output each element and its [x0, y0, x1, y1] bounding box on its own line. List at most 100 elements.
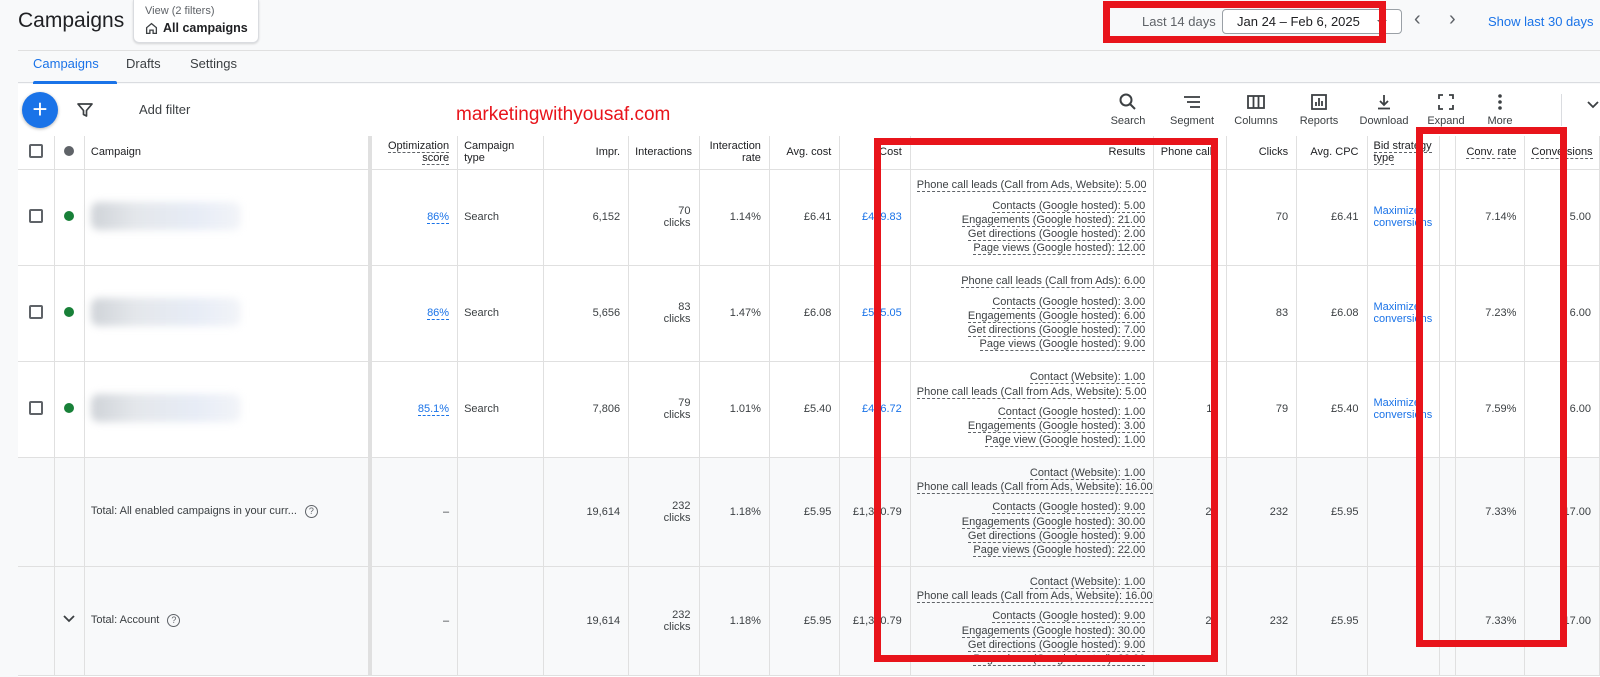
- bid-strategy-link[interactable]: Maximize conversions: [1374, 205, 1433, 229]
- column-header-bid-strategy-type[interactable]: Bid strategy type: [1367, 136, 1440, 170]
- result-text[interactable]: Page views (Google hosted): 22.00: [973, 543, 1146, 557]
- campaign-name-cell[interactable]: [84, 361, 373, 458]
- column-header-phone-calls[interactable]: Phone calls: [1153, 136, 1227, 170]
- enabled-status-icon[interactable]: [64, 210, 75, 221]
- tab-drafts[interactable]: Drafts: [126, 56, 161, 71]
- enabled-status-icon[interactable]: [64, 306, 75, 317]
- result-text[interactable]: Contacts (Google hosted): 9.00: [992, 501, 1146, 515]
- cost-link[interactable]: £426.72: [862, 403, 902, 415]
- result-text[interactable]: Page views (Google hosted): 9.00: [979, 338, 1146, 352]
- more-vert-icon: [1498, 94, 1502, 110]
- campaign-name-cell[interactable]: [84, 169, 373, 266]
- create-button[interactable]: +: [22, 92, 58, 128]
- result-text[interactable]: Engagements (Google hosted): 6.00: [967, 309, 1146, 323]
- interactions-value: 232: [672, 499, 691, 512]
- show-last-30-days-link[interactable]: Show last 30 days: [1488, 14, 1594, 29]
- select-all-checkbox[interactable]: [28, 143, 43, 158]
- help-icon[interactable]: ?: [167, 614, 181, 627]
- row-select-cell[interactable]: [18, 265, 55, 362]
- column-header-avg-cost[interactable]: Avg. cost: [769, 136, 841, 170]
- opt-score-link[interactable]: 86%: [427, 307, 450, 320]
- columns-button[interactable]: Columns: [1226, 92, 1286, 127]
- result-text[interactable]: Engagements (Google hosted): 3.00: [967, 420, 1146, 434]
- column-header-conv-rate[interactable]: Conv. rate: [1455, 136, 1526, 170]
- table-row[interactable]: 86% Search 6,152 70 clicks 1.14% £6.41 £4…: [18, 169, 1600, 266]
- result-text[interactable]: Phone call leads (Call from Ads, Website…: [916, 590, 1153, 604]
- result-text[interactable]: Engagements (Google hosted): 30.00: [961, 515, 1146, 529]
- opt-score-link[interactable]: 85.1%: [417, 403, 450, 416]
- chevron-down-icon[interactable]: [62, 612, 76, 626]
- table-row[interactable]: 86% Search 5,656 83 clicks 1.47% £6.08 £5…: [18, 265, 1600, 362]
- result-text[interactable]: Phone call leads (Call from Ads, Website…: [916, 481, 1153, 495]
- column-header-interactions[interactable]: Interactions: [628, 136, 700, 170]
- row-status-cell: [54, 265, 85, 362]
- download-button[interactable]: Download: [1354, 92, 1414, 127]
- result-text[interactable]: Phone call leads (Call from Ads, Website…: [916, 385, 1147, 399]
- campaign-name-blurred[interactable]: [90, 201, 241, 230]
- next-period-icon[interactable]: ›: [1449, 8, 1456, 31]
- result-text[interactable]: Engagements (Google hosted): 21.00: [961, 213, 1146, 227]
- interaction-rate-cell: 1.18%: [699, 566, 770, 676]
- column-header-avg-cpc[interactable]: Avg. CPC: [1296, 136, 1368, 170]
- column-header-clicks[interactable]: Clicks: [1226, 136, 1298, 170]
- chevron-down-icon[interactable]: [1586, 98, 1600, 112]
- campaign-name-blurred[interactable]: [90, 393, 241, 422]
- previous-period-icon[interactable]: ‹: [1414, 8, 1421, 31]
- column-header-results[interactable]: Results: [910, 136, 1155, 170]
- column-header-interaction-rate[interactable]: Interaction rate: [699, 136, 770, 170]
- tab-campaigns[interactable]: Campaigns: [33, 56, 99, 71]
- date-range-picker[interactable]: Jan 24 – Feb 6, 2025: [1222, 9, 1402, 34]
- enabled-status-icon[interactable]: [64, 402, 75, 413]
- result-text[interactable]: Phone call leads (Call from Ads, Website…: [916, 179, 1147, 193]
- add-filter-button[interactable]: Add filter: [139, 102, 190, 117]
- bid-strategy-link[interactable]: Maximize conversions: [1374, 301, 1433, 325]
- cost-link[interactable]: £505.05: [862, 307, 902, 319]
- result-text[interactable]: Get directions (Google hosted): 9.00: [967, 638, 1146, 652]
- filter-icon[interactable]: [76, 101, 94, 119]
- column-header-conversions[interactable]: Conversions: [1524, 136, 1600, 170]
- row-checkbox[interactable]: [28, 304, 43, 319]
- cost-link[interactable]: £449.83: [862, 211, 902, 223]
- result-text[interactable]: Get directions (Google hosted): 2.00: [967, 228, 1146, 242]
- view-selector[interactable]: View (2 filters) All campaigns: [133, 0, 259, 43]
- row-checkbox[interactable]: [28, 400, 43, 415]
- segment-button[interactable]: Segment: [1162, 92, 1222, 127]
- opt-score-link[interactable]: 86%: [427, 211, 450, 224]
- result-text[interactable]: Contact (Google hosted): 1.00: [997, 405, 1146, 419]
- reports-button[interactable]: Reports: [1289, 92, 1349, 127]
- result-text[interactable]: Page views (Google hosted): 22.00: [973, 652, 1146, 666]
- result-text[interactable]: Contact (Website): 1.00: [1029, 371, 1146, 385]
- result-text[interactable]: Contact (Website): 1.00: [1029, 466, 1146, 480]
- result-text[interactable]: Phone call leads (Call from Ads): 6.00: [961, 275, 1146, 289]
- search-button[interactable]: Search: [1098, 92, 1158, 127]
- result-text[interactable]: Page views (Google hosted): 12.00: [973, 242, 1146, 256]
- table-row[interactable]: 85.1% Search 7,806 79 clicks 1.01% £5.40 …: [18, 361, 1600, 458]
- result-text[interactable]: Contacts (Google hosted): 9.00: [992, 610, 1146, 624]
- result-text[interactable]: Get directions (Google hosted): 9.00: [967, 529, 1146, 543]
- campaign-name-blurred[interactable]: [90, 297, 241, 326]
- row-select-cell[interactable]: [18, 169, 55, 266]
- more-button[interactable]: More: [1470, 92, 1530, 127]
- bid-strategy-cell: Maximize conversions: [1367, 361, 1440, 458]
- result-text[interactable]: Get directions (Google hosted): 7.00: [967, 324, 1146, 338]
- row-select-cell[interactable]: [18, 361, 55, 458]
- result-text[interactable]: Contacts (Google hosted): 3.00: [992, 295, 1146, 309]
- campaign-name-cell[interactable]: [84, 265, 373, 362]
- select-all-cell[interactable]: [18, 136, 55, 170]
- result-text[interactable]: Contacts (Google hosted): 5.00: [992, 199, 1146, 213]
- column-header-cost[interactable]: Cost: [839, 136, 911, 170]
- result-text[interactable]: Contact (Website): 1.00: [1029, 575, 1146, 589]
- column-header-impr[interactable]: Impr.: [543, 136, 630, 170]
- expand-button[interactable]: Expand: [1416, 92, 1476, 127]
- interaction-rate-cell: 1.01%: [699, 361, 770, 458]
- status-header[interactable]: [54, 136, 85, 170]
- bid-strategy-link[interactable]: Maximize conversions: [1374, 397, 1433, 421]
- row-checkbox[interactable]: [28, 208, 43, 223]
- help-icon[interactable]: ?: [304, 505, 318, 518]
- result-text[interactable]: Engagements (Google hosted): 30.00: [961, 624, 1146, 638]
- result-text[interactable]: Page view (Google hosted): 1.00: [985, 434, 1146, 448]
- column-header-optimization-score[interactable]: Optimization score: [370, 136, 459, 170]
- column-header-campaign[interactable]: Campaign: [84, 136, 373, 170]
- tab-settings[interactable]: Settings: [190, 56, 237, 71]
- column-header-campaign-type[interactable]: Campaign type: [457, 136, 544, 170]
